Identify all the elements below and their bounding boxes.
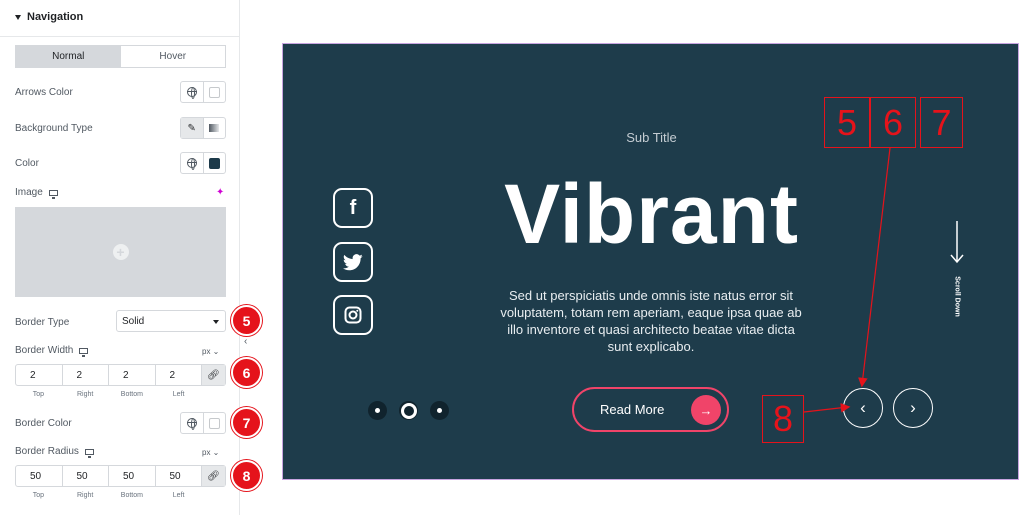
pagination-dot-3[interactable] — [430, 401, 449, 420]
tab-normal[interactable]: Normal — [16, 46, 121, 67]
border-type-value: Solid — [122, 315, 145, 327]
globe-icon — [186, 418, 197, 430]
background-type-control: ✎ — [180, 117, 226, 139]
border-width-unit[interactable]: px ⌄ — [202, 347, 219, 356]
instagram-icon[interactable] — [333, 295, 373, 335]
annotation-badge-5: 5 — [231, 305, 262, 336]
pagination-dot-2[interactable] — [399, 401, 418, 420]
color-swatch — [208, 417, 220, 429]
section-title: Navigation — [27, 11, 84, 23]
border-radius-label-row: Border Radius — [15, 446, 94, 458]
link-icon: 🔗︎ — [207, 369, 220, 381]
color-control — [180, 152, 226, 174]
border-radius-left[interactable]: 50 — [154, 466, 202, 486]
border-type-select[interactable]: Solid — [116, 310, 226, 332]
caret-down-icon — [15, 14, 21, 20]
state-tabs: Normal Hover — [15, 45, 226, 68]
chevron-down-icon — [213, 320, 219, 324]
border-radius-dim-labels: Top Right Bottom Left — [32, 492, 185, 499]
chevron-left-icon: ‹ — [860, 398, 866, 417]
read-more-button[interactable]: Read More → — [572, 387, 729, 432]
border-width-top[interactable]: 2 — [16, 365, 62, 385]
border-color-label: Border Color — [15, 418, 72, 429]
background-classic-button[interactable]: ✎ — [181, 118, 203, 138]
global-colors-button[interactable] — [181, 82, 203, 102]
global-colors-button[interactable] — [181, 413, 203, 433]
annotation-badge-7: 7 — [231, 407, 262, 438]
border-width-label: Border Width — [15, 345, 74, 356]
annotation-badge-6: 6 — [231, 357, 262, 388]
annotation-box-6: 6 — [870, 97, 916, 148]
background-gradient-button[interactable] — [202, 118, 226, 138]
twitter-bird-glyph — [343, 253, 363, 270]
border-width-bottom[interactable]: 2 — [108, 365, 155, 385]
chevron-right-icon: › — [910, 398, 916, 417]
arrow-right-icon: → — [691, 395, 721, 425]
border-width-dim-labels: Top Right Bottom Left — [32, 391, 185, 398]
color-label: Color — [15, 158, 39, 169]
facebook-icon[interactable]: f — [333, 188, 373, 228]
color-picker[interactable] — [202, 153, 226, 173]
pagination-dot-1[interactable] — [368, 401, 387, 420]
border-radius-bottom[interactable]: 50 — [108, 466, 155, 486]
arrows-color-label: Arrows Color — [15, 87, 73, 98]
slide-description: Sed ut perspiciatis unde omnis iste natu… — [500, 288, 802, 354]
desktop-icon[interactable] — [48, 189, 58, 199]
border-width-inputs: 2 2 2 2 🔗︎ — [15, 364, 226, 386]
annotation-box-5: 5 — [824, 97, 870, 148]
border-width-left[interactable]: 2 — [154, 365, 202, 385]
prev-arrow-button[interactable]: ‹ — [843, 388, 883, 428]
plus-icon: + — [112, 244, 129, 260]
globe-icon — [186, 158, 197, 170]
background-type-label: Background Type — [15, 123, 93, 134]
link-icon: 🔗︎ — [207, 470, 220, 482]
annotation-badge-8: 8 — [231, 460, 262, 491]
border-type-label: Border Type — [15, 317, 70, 328]
arrows-color-control — [180, 81, 226, 103]
border-radius-inputs: 50 50 50 50 🔗︎ — [15, 465, 226, 487]
link-values-button[interactable]: 🔗︎ — [201, 466, 225, 486]
globe-icon — [186, 87, 197, 99]
read-more-label: Read More — [600, 402, 665, 417]
gradient-icon — [209, 124, 220, 132]
arrows-color-picker[interactable] — [202, 82, 226, 102]
navigation-section-header[interactable]: Navigation — [15, 11, 83, 23]
slide-title: Vibrant — [504, 167, 799, 261]
border-radius-top[interactable]: 50 — [16, 466, 62, 486]
brush-icon: ✎ — [187, 122, 196, 134]
settings-panel: Navigation Normal Hover Arrows Color Bac… — [0, 0, 240, 515]
tab-hover[interactable]: Hover — [121, 46, 226, 67]
collapse-panel-icon[interactable]: ‹ — [244, 336, 247, 347]
ai-sparkle-icon[interactable]: ✦ — [216, 187, 224, 198]
annotation-box-8: 8 — [762, 395, 804, 443]
image-label: Image — [15, 187, 43, 198]
link-values-button[interactable]: 🔗︎ — [201, 365, 225, 385]
border-width-label-row: Border Width — [15, 345, 89, 357]
border-radius-unit[interactable]: px ⌄ — [202, 448, 219, 457]
twitter-icon[interactable] — [333, 242, 373, 282]
image-upload-area[interactable]: + — [15, 207, 226, 297]
next-arrow-button[interactable]: › — [893, 388, 933, 428]
border-radius-right[interactable]: 50 — [61, 466, 109, 486]
image-label-row: Image — [15, 187, 58, 199]
desktop-icon[interactable] — [79, 347, 89, 357]
border-color-control — [180, 412, 226, 434]
global-colors-button[interactable] — [181, 153, 203, 173]
annotation-box-7: 7 — [920, 97, 963, 148]
scroll-down-label[interactable]: Scroll Down — [954, 266, 961, 328]
border-color-picker[interactable] — [202, 413, 226, 433]
color-swatch — [208, 86, 220, 98]
border-width-right[interactable]: 2 — [61, 365, 109, 385]
screen: Navigation Normal Hover Arrows Color Bac… — [0, 0, 1024, 515]
color-swatch — [208, 157, 220, 169]
slider-pagination — [368, 401, 449, 420]
divider — [0, 36, 240, 37]
border-radius-label: Border Radius — [15, 446, 79, 457]
instagram-glyph — [344, 306, 362, 324]
desktop-icon[interactable] — [84, 448, 94, 458]
